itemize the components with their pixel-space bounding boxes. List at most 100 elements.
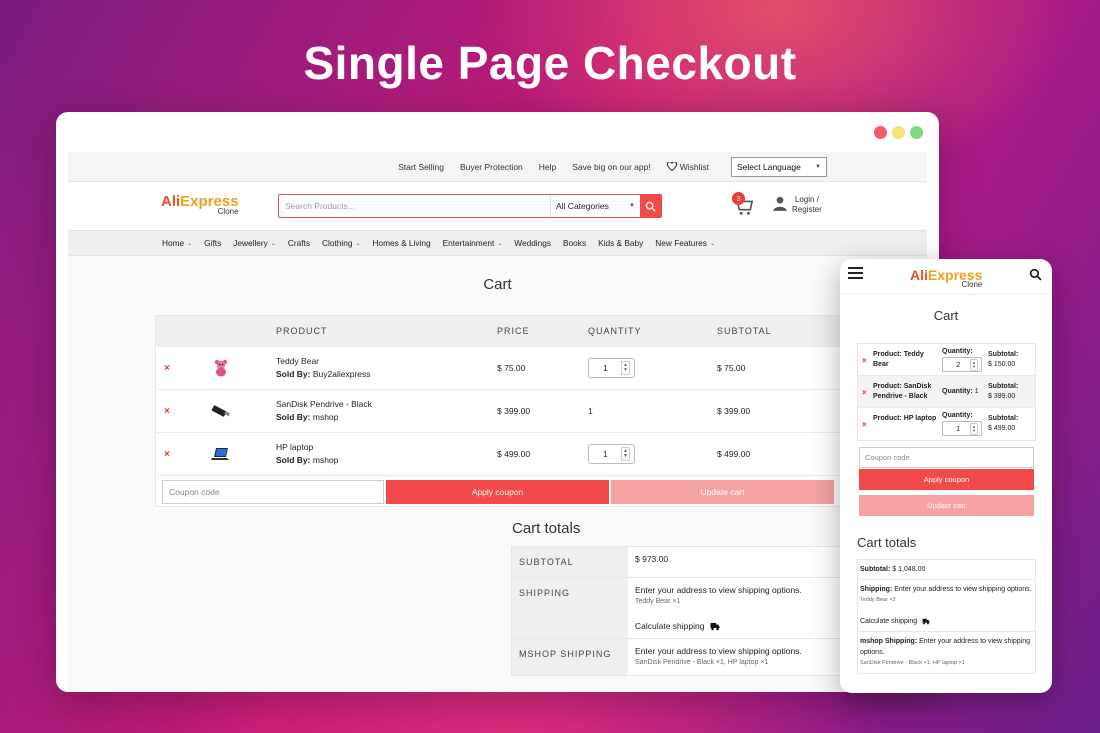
nav-item-home[interactable]: Home ⌄: [162, 238, 192, 248]
teddy-bear-icon[interactable]: [208, 358, 234, 378]
totals-row-shipping: SHIPPING Enter your address to view ship…: [512, 578, 870, 639]
product-info: HP laptop Sold By: mshop: [276, 441, 338, 467]
topbar-link-app[interactable]: Save big on our app!: [572, 162, 650, 172]
search-icon[interactable]: [1029, 268, 1042, 281]
quantity-stepper[interactable]: 1 ▲ ▼: [942, 421, 982, 436]
sold-by-label: Sold By:: [276, 369, 311, 379]
spinner-arrows-icon[interactable]: ▲ ▼: [970, 422, 978, 435]
logo-text-ali: Ali: [910, 267, 928, 283]
quantity-value: 1: [603, 449, 608, 459]
product-name[interactable]: HP laptop: [276, 441, 338, 454]
remove-item-button[interactable]: ×: [862, 388, 867, 397]
menu-icon[interactable]: [848, 267, 863, 282]
product-name[interactable]: Teddy Bear: [276, 355, 371, 368]
quantity-value: 1: [974, 388, 979, 395]
remove-item-button[interactable]: ×: [164, 449, 170, 460]
close-dot[interactable]: [874, 126, 887, 139]
quantity-stepper[interactable]: 1 ▲ ▼: [588, 358, 635, 378]
topbar-link-help[interactable]: Help: [539, 162, 556, 172]
sold-by-label: Sold By:: [276, 412, 311, 422]
product-name[interactable]: Product: Teddy Bear: [873, 350, 939, 370]
user-icon[interactable]: [772, 195, 788, 212]
shipping-text: Enter your address to view shipping opti…: [894, 586, 1032, 593]
mobile-apply-coupon-button[interactable]: Apply coupon: [859, 469, 1034, 490]
subtotal-label: Subtotal:: [860, 566, 891, 573]
nav-item-gifts[interactable]: Gifts: [204, 238, 221, 248]
nav-item-kids-baby[interactable]: Kids & Baby: [598, 238, 643, 248]
logo[interactable]: AliExpress Clone: [161, 194, 239, 216]
maximize-dot[interactable]: [910, 126, 923, 139]
pendrive-icon[interactable]: [208, 401, 234, 421]
nav-item-jewellery[interactable]: Jewellery ⌄: [233, 238, 276, 248]
totals-label: SHIPPING: [512, 578, 628, 638]
nav-item-new-features[interactable]: New Features ⌄: [655, 238, 715, 248]
spinner-arrows-icon[interactable]: ▲ ▼: [621, 361, 630, 375]
totals-row-mshop-shipping: MSHOP SHIPPING Enter your address to vie…: [512, 639, 870, 675]
category-select-value: All Categories: [556, 201, 609, 211]
spinner-arrows-icon[interactable]: ▲ ▼: [621, 447, 630, 461]
nav-item-homes-living[interactable]: Homes & Living: [372, 238, 430, 248]
seller-name[interactable]: Buy2aliexpress: [313, 369, 371, 379]
product-subtotal: Subtotal: $ 499.00: [988, 414, 1018, 434]
subtotal-value: $ 499.00: [988, 425, 1016, 432]
header-quantity: QUANTITY: [588, 326, 642, 336]
desktop-window: Start Selling Buyer Protection Help Save…: [56, 112, 939, 692]
cart-totals-title: Cart totals: [512, 520, 581, 537]
cart-totals-table: SUBTOTAL $ 973.00 SHIPPING Enter your ad…: [511, 546, 871, 676]
totals-mshop-value: Enter your address to view shipping opti…: [628, 639, 870, 675]
nav-item-entertainment[interactable]: Entertainment ⌄: [443, 238, 503, 248]
truck-icon: [710, 622, 720, 630]
list-item: × Product: HP laptop Quantity: 1 ▲ ▼ Subt…: [858, 408, 1035, 440]
quantity-value: 2: [956, 360, 961, 369]
nav-item-clothing[interactable]: Clothing ⌄: [322, 238, 360, 248]
chevron-down-icon: ⌄: [709, 240, 715, 247]
nav-item-label: New Features: [655, 238, 707, 248]
quantity-stepper[interactable]: 2 ▲ ▼: [942, 357, 982, 372]
login-register-link[interactable]: Login / Register: [792, 195, 822, 215]
shipping-items: Teddy Bear ×2: [860, 597, 896, 603]
site: Start Selling Buyer Protection Help Save…: [68, 152, 927, 692]
remove-item-button[interactable]: ×: [862, 356, 867, 365]
remove-item-button[interactable]: ×: [164, 363, 170, 374]
minimize-dot[interactable]: [892, 126, 905, 139]
product-name[interactable]: Product: HP laptop: [873, 414, 939, 424]
apply-coupon-button[interactable]: Apply coupon: [386, 480, 609, 504]
product-name[interactable]: SanDisk Pendrive - Black: [276, 398, 372, 411]
chevron-down-icon: ⌄: [497, 240, 503, 247]
mobile-cart-totals: Subtotal: $ 1,048.00 Shipping: Enter you…: [857, 559, 1036, 674]
seller-name[interactable]: mshop: [313, 455, 339, 465]
remove-item-button[interactable]: ×: [164, 406, 170, 417]
nav-item-books[interactable]: Books: [563, 238, 586, 248]
mobile-logo[interactable]: AliExpress Clone: [910, 268, 982, 289]
topbar-link-start-selling[interactable]: Start Selling: [398, 162, 444, 172]
calculate-shipping-link[interactable]: Calculate shipping: [860, 616, 1033, 627]
nav-item-label: Crafts: [287, 238, 310, 248]
product-subtotal: $ 499.00: [717, 449, 751, 459]
product-info: Teddy Bear Sold By: Buy2aliexpress: [276, 355, 371, 381]
category-select[interactable]: All Categories ▼: [550, 195, 640, 217]
spinner-arrows-icon[interactable]: ▲ ▼: [970, 358, 978, 371]
topbar-link-buyer-protection[interactable]: Buyer Protection: [460, 162, 523, 172]
search-button[interactable]: [640, 195, 661, 217]
remove-item-button[interactable]: ×: [862, 420, 867, 429]
mobile-update-cart-button[interactable]: Update cart: [859, 495, 1034, 516]
laptop-icon[interactable]: [208, 444, 234, 464]
update-cart-button[interactable]: Update cart: [611, 480, 834, 504]
totals-label: SUBTOTAL: [512, 547, 628, 577]
wishlist-link[interactable]: Wishlist: [666, 162, 709, 172]
mobile-header: AliExpress Clone: [840, 259, 1052, 295]
topbar: Start Selling Buyer Protection Help Save…: [68, 152, 927, 182]
search-input[interactable]: Search Products...: [279, 195, 550, 217]
mobile-coupon-input[interactable]: Coupon code: [859, 447, 1034, 468]
language-select[interactable]: Select Language ▼: [731, 156, 827, 177]
nav-item-weddings[interactable]: Weddings: [514, 238, 551, 248]
totals-shipping-value: Enter your address to view shipping opti…: [628, 578, 870, 638]
calculate-shipping-link[interactable]: Calculate shipping: [635, 620, 863, 632]
nav-item-crafts[interactable]: Crafts: [288, 238, 310, 248]
product-name[interactable]: Product: SanDisk Pendrive - Black: [873, 382, 939, 402]
quantity-label: Quantity:: [942, 412, 973, 419]
coupon-input[interactable]: Coupon code: [162, 480, 384, 504]
seller-name[interactable]: mshop: [313, 412, 339, 422]
main-nav: Home ⌄ Gifts Jewellery ⌄ Crafts Clothing ⌄ …: [68, 230, 927, 256]
quantity-stepper[interactable]: 1 ▲ ▼: [588, 444, 635, 464]
